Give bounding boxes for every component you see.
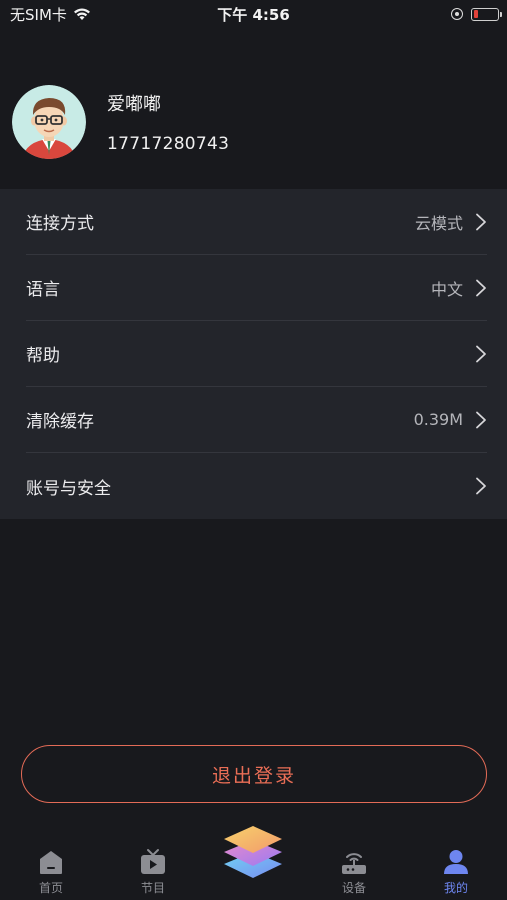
setting-value: 云模式: [414, 213, 463, 233]
home-icon: [40, 851, 62, 874]
tab-bar: 首页 节目 设备 我的: [0, 820, 507, 900]
tab-label: 我的: [443, 881, 468, 895]
setting-right: 中文: [431, 276, 487, 300]
layers-icon: [224, 826, 282, 878]
settings-item-language[interactable]: 语言 中文: [26, 255, 487, 321]
chevron-right-icon: [476, 213, 486, 230]
setting-value: 中文: [430, 279, 463, 299]
status-left: 无SIM卡: [10, 4, 91, 25]
setting-right: [463, 477, 487, 495]
chevron-right-icon: [476, 345, 486, 362]
setting-right: 云模式: [415, 210, 487, 234]
settings-item-clear-cache[interactable]: 清除缓存 0.39M: [26, 387, 487, 453]
tab-center-layers[interactable]: [221, 820, 285, 884]
tab-label: 节目: [140, 881, 165, 895]
setting-label: 语言: [26, 280, 60, 300]
chevron-right-icon: [476, 477, 486, 495]
chevron-right-icon: [476, 411, 486, 428]
setting-label: 帮助: [26, 346, 60, 366]
profile-phone: 17717280743: [107, 134, 230, 154]
carrier-label: 无SIM卡: [10, 5, 67, 24]
tab-devices[interactable]: 设备: [324, 848, 384, 896]
avatar[interactable]: [12, 85, 86, 159]
settings-item-connection-mode[interactable]: 连接方式 云模式: [26, 189, 487, 255]
wifi-icon: [73, 8, 90, 20]
avatar-illustration: [12, 85, 86, 159]
profile-header[interactable]: 爱嘟嘟 17717280743: [12, 84, 492, 160]
setting-label: 连接方式: [26, 214, 94, 234]
tab-label: 首页: [38, 881, 63, 895]
person-icon: [444, 850, 468, 874]
settings-list: 连接方式 云模式 语言 中文 帮助 清除缓存 0.39M 账号与安全: [0, 189, 507, 519]
settings-item-help[interactable]: 帮助: [26, 321, 487, 387]
profile-name: 爱嘟嘟: [107, 94, 161, 115]
tv-icon: [141, 849, 165, 874]
setting-label: 清除缓存: [26, 412, 94, 432]
status-right: [451, 7, 502, 21]
battery-icon: [471, 7, 502, 21]
tab-label: 设备: [341, 881, 366, 895]
settings-item-account-security[interactable]: 账号与安全: [26, 453, 487, 519]
setting-label: 账号与安全: [26, 478, 111, 499]
setting-right: 0.39M: [414, 410, 487, 429]
router-icon: [342, 853, 366, 874]
profile-info: 爱嘟嘟 17717280743: [107, 90, 229, 154]
battery-level: [473, 10, 478, 18]
tab-home[interactable]: 首页: [21, 848, 81, 896]
logout-button[interactable]: 退出登录: [21, 745, 487, 803]
setting-right: [463, 345, 487, 363]
setting-value: 0.39M: [413, 410, 463, 429]
orientation-lock-icon: [451, 8, 463, 20]
status-bar: 无SIM卡 下午 4:56: [0, 0, 507, 28]
chevron-right-icon: [476, 279, 486, 296]
tab-mine[interactable]: 我的: [426, 848, 486, 896]
tab-programs[interactable]: 节目: [123, 848, 183, 896]
